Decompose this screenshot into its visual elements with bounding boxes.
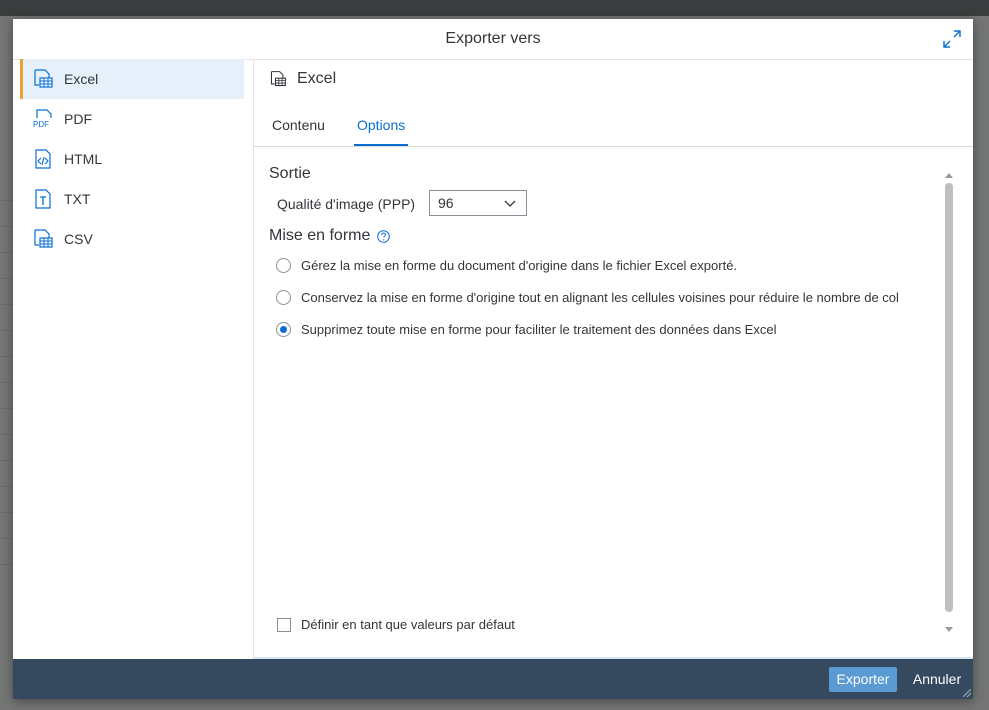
radio-label: Gérez la mise en forme du document d'ori… [301,258,738,273]
radio-label: Conservez la mise en forme d'origine tou… [301,290,899,305]
sidebar-item-excel[interactable]: Excel [20,59,244,99]
default-values-checkbox[interactable] [277,618,291,632]
txt-icon [35,189,51,209]
tab-options[interactable]: Options [354,105,409,146]
image-quality-label: Qualité d'image (PPP) [277,196,416,212]
options-pane: Sortie Qualité d'image (PPP) 96 Mise en … [253,147,973,659]
dialog-header: Exporter vers [13,19,973,60]
cancel-button[interactable]: Annuler [909,667,965,692]
export-button[interactable]: Exporter [829,667,897,692]
pdf-icon: PDF [33,109,52,129]
radio-label: Supprimez toute mise en forme pour facil… [301,322,777,337]
excel-table-icon [270,71,286,87]
sidebar-item-label: HTML [64,151,103,167]
sidebar-item-label: Excel [64,71,99,87]
radio-button-selected[interactable] [276,322,291,337]
sidebar-item-label: CSV [64,231,93,247]
section-title-format: Mise en forme [269,227,371,244]
excel-table-icon [34,69,53,88]
tab-contenu[interactable]: Contenu [272,105,325,145]
selected-marker [20,59,23,99]
sidebar-item-txt[interactable]: TXT [20,179,244,219]
svg-text:PDF: PDF [33,120,49,129]
content-header: Excel [253,59,973,99]
section-title-output: Sortie [269,165,311,182]
resize-handle-icon[interactable] [963,689,971,697]
default-values-label: Définir en tant que valeurs par défaut [301,617,515,632]
radio-button[interactable] [276,258,291,273]
html-code-icon [35,149,51,169]
scroll-up-arrow-icon[interactable] [945,172,953,178]
help-icon[interactable] [377,230,390,243]
radio-button[interactable] [276,290,291,305]
sidebar-item-label: TXT [64,191,91,207]
dialog-title: Exporter vers [445,30,541,47]
maximize-icon[interactable] [943,30,961,48]
content-title: Excel [297,70,337,87]
chevron-down-icon [504,200,516,207]
csv-table-icon [34,229,53,248]
tab-bar: Contenu Options [253,105,973,147]
sidebar-item-html[interactable]: HTML [20,139,244,179]
sidebar-item-csv[interactable]: CSV [20,219,244,259]
export-dialog: Exporter vers Excel PDF PDF HTML TXT CSV… [13,19,973,699]
image-quality-select[interactable]: 96 [429,190,527,216]
image-quality-value: 96 [438,195,454,211]
scroll-down-arrow-icon[interactable] [945,627,953,633]
format-sidebar: Excel PDF PDF HTML TXT CSV [13,59,254,659]
options-scroll-area: Sortie Qualité d'image (PPP) 96 Mise en … [253,147,943,547]
dialog-footer: Exporter Annuler [13,659,973,699]
export-content: Excel Contenu Options Sortie Qualité d'i… [253,59,973,659]
scrollbar-thumb[interactable] [945,183,953,612]
sidebar-item-label: PDF [64,111,92,127]
sidebar-item-pdf[interactable]: PDF PDF [20,99,244,139]
